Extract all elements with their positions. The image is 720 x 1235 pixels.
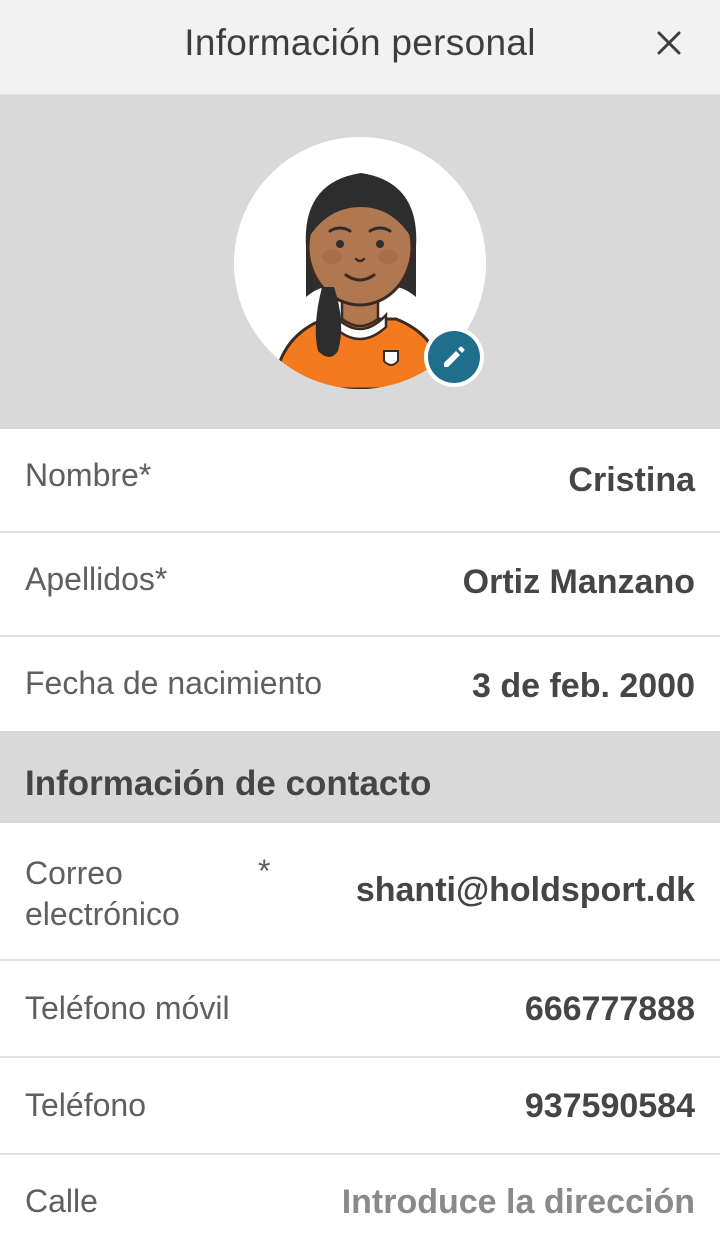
page-title: Información personal: [184, 22, 536, 63]
profile-banner: [0, 95, 720, 429]
email-label: Correo electrónico: [25, 855, 180, 932]
birthdate-row[interactable]: Fecha de nacimiento 3 de feb. 2000: [0, 637, 720, 731]
street-row[interactable]: Calle Introduce la dirección: [0, 1155, 720, 1235]
required-marker: *: [154, 561, 168, 597]
last-name-label: Apellidos*: [25, 561, 167, 598]
birthdate-value[interactable]: 3 de feb. 2000: [472, 667, 695, 706]
first-name-label: Nombre*: [25, 457, 151, 494]
mobile-value[interactable]: 666777888: [525, 990, 695, 1029]
edit-badge: [428, 331, 480, 383]
email-value[interactable]: shanti@holdsport.dk: [356, 871, 695, 910]
close-icon[interactable]: [654, 28, 684, 58]
first-name-value[interactable]: Cristina: [568, 461, 695, 500]
phone-row[interactable]: Teléfono 937590584: [0, 1058, 720, 1155]
pencil-icon: [444, 346, 465, 367]
phone-label: Teléfono: [25, 1087, 146, 1123]
last-name-value[interactable]: Ortiz Manzano: [463, 563, 695, 602]
mobile-label: Teléfono móvil: [25, 990, 230, 1026]
birthdate-label: Fecha de nacimiento: [25, 665, 323, 701]
mobile-row[interactable]: Teléfono móvil 666777888: [0, 961, 720, 1058]
last-name-label-text: Apellidos: [25, 561, 155, 597]
header-bar: Información personal: [0, 0, 720, 95]
street-input[interactable]: Introduce la dirección: [342, 1183, 695, 1222]
email-row[interactable]: Correo electrónico * shanti@holdsport.dk: [0, 823, 720, 961]
street-label: Calle: [25, 1183, 98, 1219]
last-name-row[interactable]: Apellidos* Ortiz Manzano: [0, 533, 720, 637]
contact-section-header: Información de contacto: [0, 731, 720, 823]
first-name-label-text: Nombre: [25, 457, 139, 493]
required-marker: *: [138, 457, 152, 493]
first-name-row[interactable]: Nombre* Cristina: [0, 429, 720, 533]
required-marker: *: [258, 853, 271, 889]
contact-section-title: Información de contacto: [25, 764, 432, 803]
phone-value[interactable]: 937590584: [525, 1087, 695, 1126]
edit-photo-button[interactable]: [424, 327, 484, 387]
